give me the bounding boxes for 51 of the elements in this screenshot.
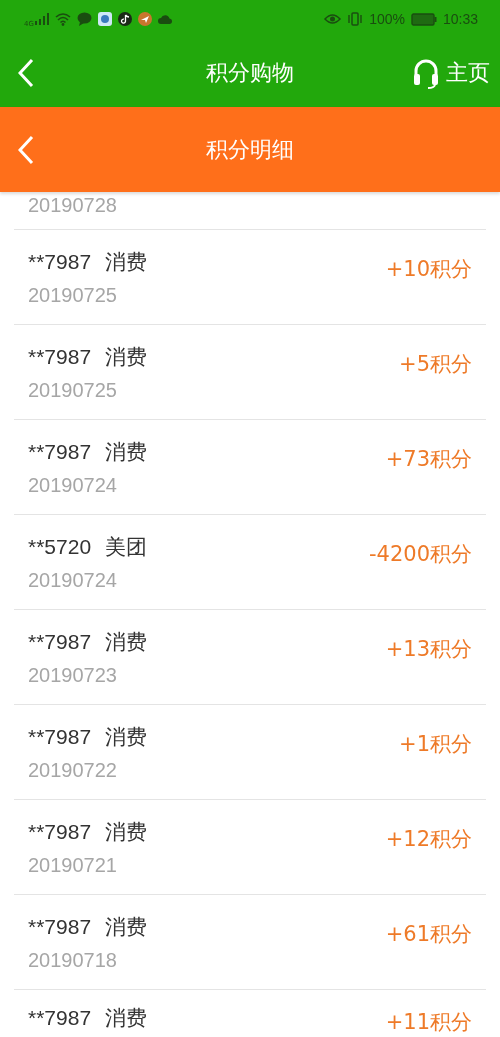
battery-icon [410, 12, 437, 26]
wifi-icon [54, 12, 71, 26]
points-amount: +11积分 [385, 1009, 472, 1036]
record-type: 消费 [105, 819, 148, 844]
cloud-icon [157, 14, 173, 24]
card-number: **7987 [28, 819, 92, 843]
card-number: **7987 [28, 439, 92, 463]
record-type: 消费 [105, 629, 148, 654]
battery-percent: 100% [369, 11, 405, 27]
points-amount: -4200积分 [368, 541, 472, 568]
clock-time: 10:33 [442, 11, 478, 27]
points-amount: +10积分 [385, 256, 472, 283]
record-type: 消费 [105, 1006, 148, 1030]
record-type: 消费 [105, 724, 148, 749]
card-number: **7987 [28, 629, 92, 653]
record-type: 美团 [105, 534, 148, 559]
chat-icon [76, 12, 92, 26]
record-type: 消费 [105, 249, 148, 274]
card-number: **7987 [28, 249, 92, 273]
record-date: 20190724 [28, 568, 118, 592]
record-date: 20190725 [28, 283, 118, 307]
points-amount: +1积分 [399, 731, 472, 758]
card-number: **5720 [28, 534, 92, 558]
points-amount: +5积分 [399, 351, 472, 378]
paper-plane-icon [137, 12, 152, 26]
record-date: 20190723 [28, 663, 118, 687]
record-type: 消费 [105, 344, 148, 369]
points-amount: +12积分 [385, 826, 472, 853]
card-number: **7987 [28, 914, 92, 938]
card-number: **7987 [28, 344, 92, 368]
record-date: 20190721 [28, 853, 118, 877]
points-amount: +61积分 [385, 921, 472, 948]
record-date: 20190722 [28, 758, 118, 782]
page-title: 积分购物 [206, 58, 294, 87]
app-icon [97, 12, 112, 26]
music-note-icon [117, 12, 132, 26]
home-button[interactable]: 主页 [410, 54, 492, 91]
record-date: 20190724 [28, 473, 118, 497]
signal-icon [34, 13, 49, 25]
points-amount: +73积分 [385, 446, 472, 473]
record-type: 消费 [105, 439, 148, 464]
page-title: 积分明细 [206, 135, 294, 164]
record-date: 20190718 [28, 948, 118, 972]
eye-icon [324, 13, 342, 25]
points-amount: +13积分 [385, 636, 472, 663]
card-number: **7987 [28, 724, 92, 748]
card-number: **7987 [28, 1006, 92, 1029]
vibrate-icon [347, 12, 364, 26]
record-date: 20190728 [28, 194, 117, 217]
record-type: 消费 [105, 914, 148, 939]
record-date: 20190725 [28, 378, 118, 402]
